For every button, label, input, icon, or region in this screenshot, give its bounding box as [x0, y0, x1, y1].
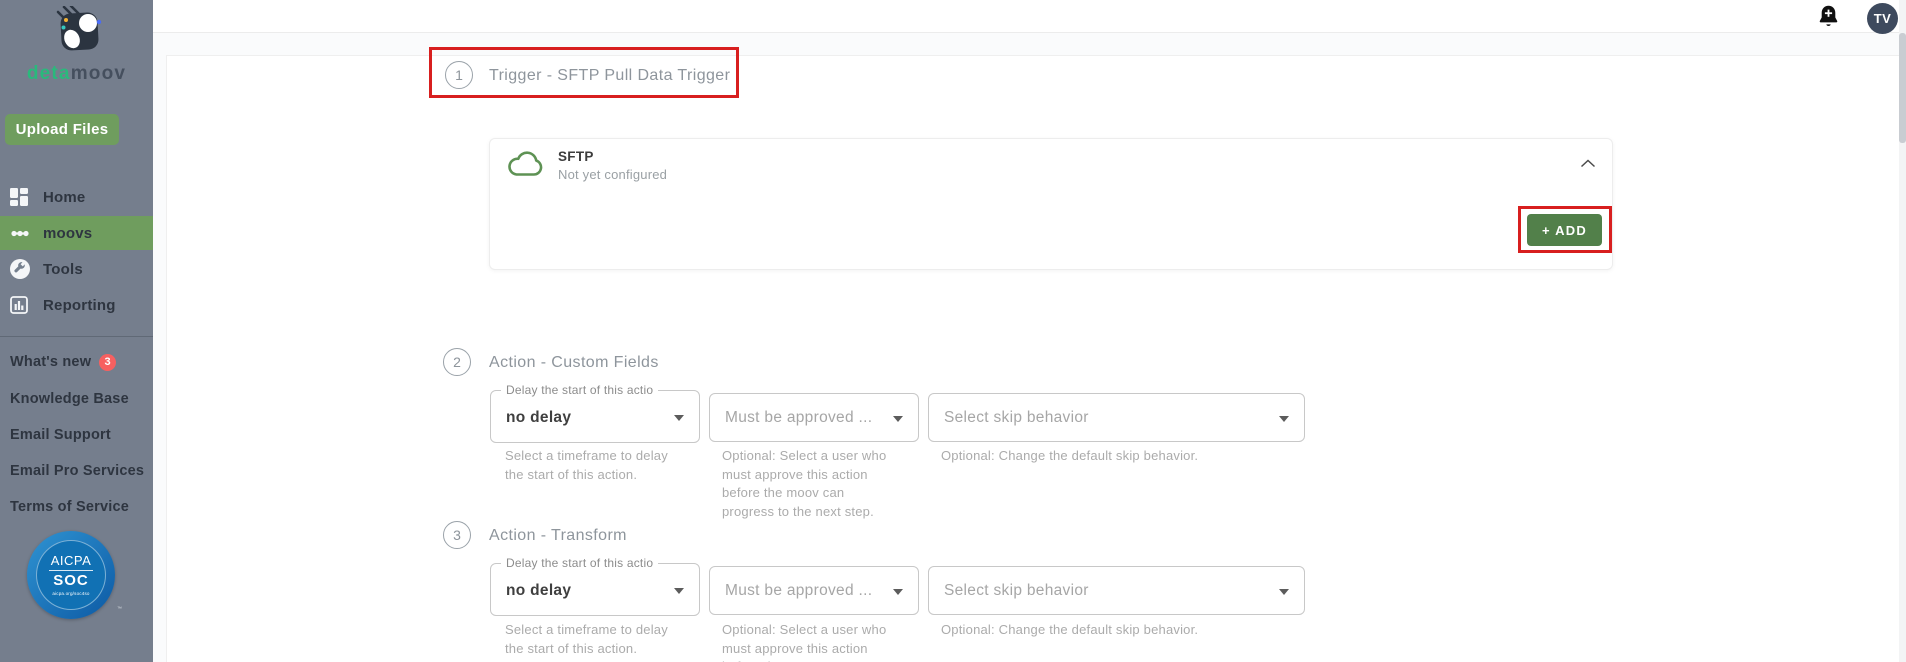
link-label: Knowledge Base: [10, 391, 129, 407]
sidebar-item-home[interactable]: Home: [0, 180, 153, 214]
step-number-circle: 2: [443, 348, 471, 376]
logo-wordmark: detamoov: [0, 63, 153, 85]
approver-helper-text: Optional: Select a user who must approve…: [722, 622, 887, 662]
sidebar-link-whats-new[interactable]: What's new 3: [10, 352, 117, 372]
dashboard-icon: [10, 188, 34, 206]
logo-text-deta: deta: [26, 63, 71, 84]
sidebar-item-label: moovs: [43, 224, 93, 242]
delay-select-value: no delay: [506, 409, 572, 426]
aicpa-soc-badge-inner: AICPA SOC aicpa.org/soc4so: [36, 540, 106, 610]
delay-select[interactable]: Delay the start of this actio no delay: [490, 556, 700, 616]
dropdown-arrow-icon: [674, 587, 684, 594]
sidebar-item-label: Reporting: [43, 296, 116, 314]
collapse-chevron-icon[interactable]: [1580, 155, 1596, 173]
step-title-custom-fields: Action - Custom Fields: [489, 354, 659, 371]
delay-select-value: no delay: [506, 582, 572, 599]
logo-text-moov: moov: [70, 63, 127, 84]
connector-status: Not yet configured: [558, 167, 668, 182]
sidebar-item-reporting[interactable]: Reporting: [0, 288, 153, 322]
scrollbar-thumb[interactable]: [1899, 33, 1906, 143]
topbar: [153, 0, 1906, 33]
dropdown-arrow-icon: [893, 588, 903, 595]
aicpa-soc-badge: AICPA SOC aicpa.org/soc4so: [27, 531, 115, 619]
delay-select-label: Delay the start of this actio: [501, 556, 659, 570]
approver-select[interactable]: Must be approved ...: [709, 393, 919, 442]
dropdown-arrow-icon: [1279, 588, 1289, 595]
link-label: Email Support: [10, 427, 111, 443]
app-window: detamoov Upload Files Home moovs Tools R…: [0, 0, 1906, 662]
step-title-transform: Action - Transform: [489, 527, 627, 544]
delay-select-label: Delay the start of this actio: [501, 383, 659, 397]
skip-behavior-select[interactable]: Select skip behavior: [928, 393, 1305, 442]
step-number: 1: [455, 67, 463, 83]
connector-name: SFTP: [558, 149, 594, 164]
approver-select-placeholder: Must be approved ...: [725, 408, 873, 426]
reporting-icon: [10, 296, 34, 314]
delay-select[interactable]: Delay the start of this actio no delay: [490, 383, 700, 443]
notification-bell-icon[interactable]: [1817, 4, 1841, 31]
link-label: What's new: [10, 354, 92, 370]
skip-helper-text: Optional: Change the default skip behavi…: [941, 622, 1199, 637]
sftp-trigger-card: [489, 138, 1613, 270]
link-label: Terms of Service: [10, 499, 129, 515]
logo[interactable]: detamoov: [0, 4, 153, 85]
sidebar-link-knowledge-base[interactable]: Knowledge Base: [10, 389, 129, 409]
sidebar-item-moovs[interactable]: moovs: [0, 216, 153, 250]
aicpa-label: AICPA: [50, 553, 92, 568]
approver-select-placeholder: Must be approved ...: [725, 581, 873, 599]
dropdown-arrow-icon: [893, 415, 903, 422]
sidebar-link-email-pro-services[interactable]: Email Pro Services: [10, 461, 144, 481]
step-number-circle: 3: [443, 521, 471, 549]
cloud-icon: [508, 151, 543, 176]
moovs-icon: [10, 229, 34, 238]
whats-new-count-badge: 3: [99, 353, 117, 371]
link-label: Email Pro Services: [10, 463, 145, 479]
sidebar-item-label: Home: [43, 188, 86, 206]
approver-helper-text: Optional: Select a user who must approve…: [722, 448, 887, 519]
soc-label: SOC: [53, 572, 89, 589]
aicpa-trademark: ™: [117, 606, 122, 612]
step-number-circle: 1: [445, 61, 473, 89]
approver-select[interactable]: Must be approved ...: [709, 566, 919, 615]
vertical-scrollbar[interactable]: [1899, 0, 1906, 662]
step-number: 3: [453, 527, 461, 543]
aicpa-url: aicpa.org/soc4so: [52, 591, 90, 596]
sidebar: detamoov Upload Files Home moovs Tools R…: [0, 0, 153, 662]
skip-behavior-select[interactable]: Select skip behavior: [928, 566, 1305, 615]
skip-behavior-placeholder: Select skip behavior: [944, 581, 1089, 599]
delay-helper-text: Select a timeframe to delay the start of…: [505, 622, 668, 656]
skip-helper-text: Optional: Change the default skip behavi…: [941, 448, 1199, 463]
sidebar-link-email-support[interactable]: Email Support: [10, 425, 111, 445]
sidebar-item-label: Tools: [43, 260, 83, 278]
upload-files-button[interactable]: Upload Files: [5, 114, 119, 145]
add-button[interactable]: + ADD: [1527, 214, 1602, 246]
user-avatar[interactable]: TV: [1867, 3, 1898, 34]
dropdown-arrow-icon: [674, 414, 684, 421]
logo-icon: [56, 4, 101, 51]
tools-icon: [10, 259, 34, 279]
dropdown-arrow-icon: [1279, 415, 1289, 422]
step-title-trigger: Trigger - SFTP Pull Data Trigger: [489, 67, 731, 84]
sidebar-item-tools[interactable]: Tools: [0, 252, 153, 286]
skip-behavior-placeholder: Select skip behavior: [944, 408, 1089, 426]
aicpa-divider: [49, 570, 93, 571]
step-number: 2: [453, 354, 461, 370]
sidebar-link-terms-of-service[interactable]: Terms of Service: [10, 497, 129, 517]
sidebar-divider: [0, 336, 153, 337]
delay-helper-text: Select a timeframe to delay the start of…: [505, 448, 668, 482]
